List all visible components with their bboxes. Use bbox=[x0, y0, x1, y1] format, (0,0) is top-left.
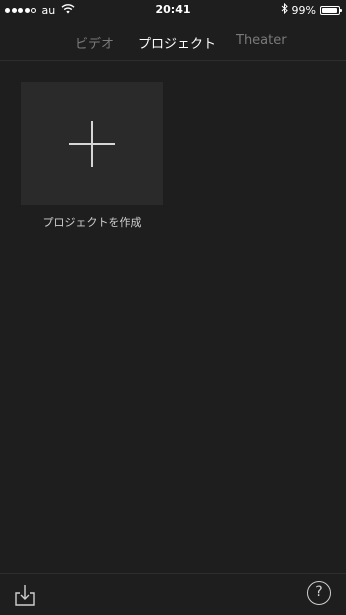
tab-theater[interactable]: Theater bbox=[236, 33, 287, 48]
create-project-label: プロジェクトを作成 bbox=[42, 216, 142, 229]
import-button[interactable] bbox=[12, 582, 38, 608]
help-button[interactable]: ? bbox=[307, 581, 331, 605]
battery-percent: 99% bbox=[291, 3, 316, 17]
app-screen: au 20:41 99% ビデオ プロジェクト Theater プロジェクトを作… bbox=[0, 0, 346, 615]
create-project-button[interactable] bbox=[21, 82, 163, 205]
status-bar: au 20:41 99% bbox=[0, 0, 346, 20]
status-right: 99% bbox=[281, 2, 342, 17]
tab-projects[interactable]: プロジェクト bbox=[138, 33, 216, 52]
bottom-toolbar: ? bbox=[0, 573, 346, 615]
plus-icon-vertical bbox=[91, 121, 93, 167]
help-icon: ? bbox=[315, 584, 323, 600]
battery-level bbox=[322, 7, 337, 13]
tab-bar: ビデオ プロジェクト Theater bbox=[0, 20, 346, 61]
bluetooth-icon bbox=[281, 2, 288, 17]
import-icon bbox=[15, 585, 35, 606]
tab-video[interactable]: ビデオ bbox=[75, 33, 114, 52]
battery-icon bbox=[320, 5, 342, 15]
